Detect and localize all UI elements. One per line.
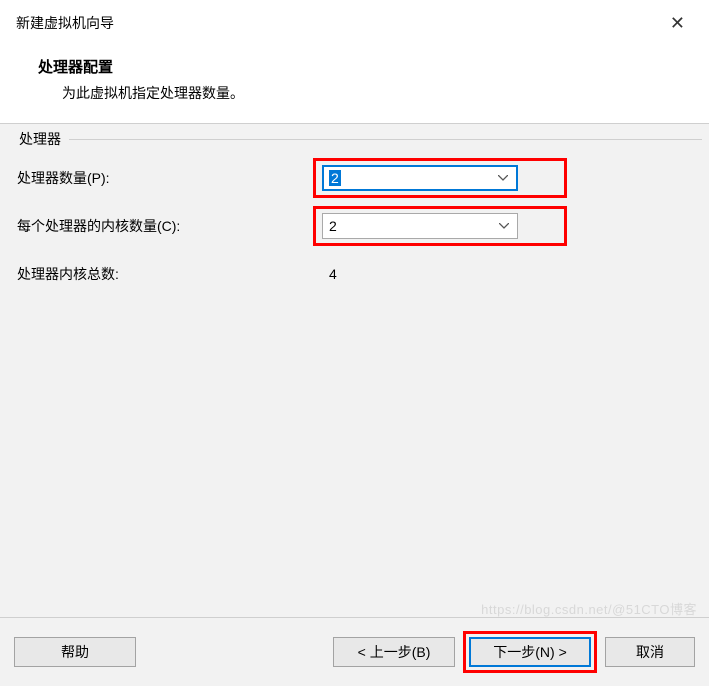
wizard-header: 处理器配置 为此虚拟机指定处理器数量。 [0,42,709,123]
next-button[interactable]: 下一步(N) > [469,637,591,667]
processor-count-label: 处理器数量(P): [13,168,313,188]
highlight-next-button: 下一步(N) > [463,631,597,673]
titlebar: 新建虚拟机向导 ✕ [0,0,709,42]
total-cores-label: 处理器内核总数: [13,264,313,284]
row-processor-count: 处理器数量(P): 2 [13,160,702,196]
cores-per-processor-dropdown[interactable]: 2 [322,213,518,239]
window-title: 新建虚拟机向导 [16,13,114,33]
highlight-cores-per-processor: 2 [313,206,567,246]
page-subtitle: 为此虚拟机指定处理器数量。 [62,83,693,103]
cores-per-processor-value: 2 [329,218,337,234]
total-cores-value: 4 [313,266,337,282]
cancel-button[interactable]: 取消 [605,637,695,667]
row-cores-per-processor: 每个处理器的内核数量(C): 2 [13,208,702,244]
chevron-down-icon [498,175,508,181]
processor-count-value: 2 [329,170,341,186]
group-divider [69,139,702,140]
group-label: 处理器 [15,129,65,149]
row-total-cores: 处理器内核总数: 4 [13,256,702,292]
page-title: 处理器配置 [38,56,693,77]
processor-count-dropdown[interactable]: 2 [322,165,518,191]
help-button[interactable]: 帮助 [14,637,136,667]
content-area: 处理器 处理器数量(P): 2 每个处理器的内核数量(C): [0,124,709,617]
highlight-processor-count: 2 [313,158,567,198]
close-icon[interactable]: ✕ [662,10,693,36]
button-bar: 帮助 < 上一步(B) 下一步(N) > 取消 [0,617,709,686]
processor-group: 处理器 处理器数量(P): 2 每个处理器的内核数量(C): [6,130,703,611]
cores-per-processor-label: 每个处理器的内核数量(C): [13,216,313,236]
back-button[interactable]: < 上一步(B) [333,637,455,667]
chevron-down-icon [499,223,509,229]
